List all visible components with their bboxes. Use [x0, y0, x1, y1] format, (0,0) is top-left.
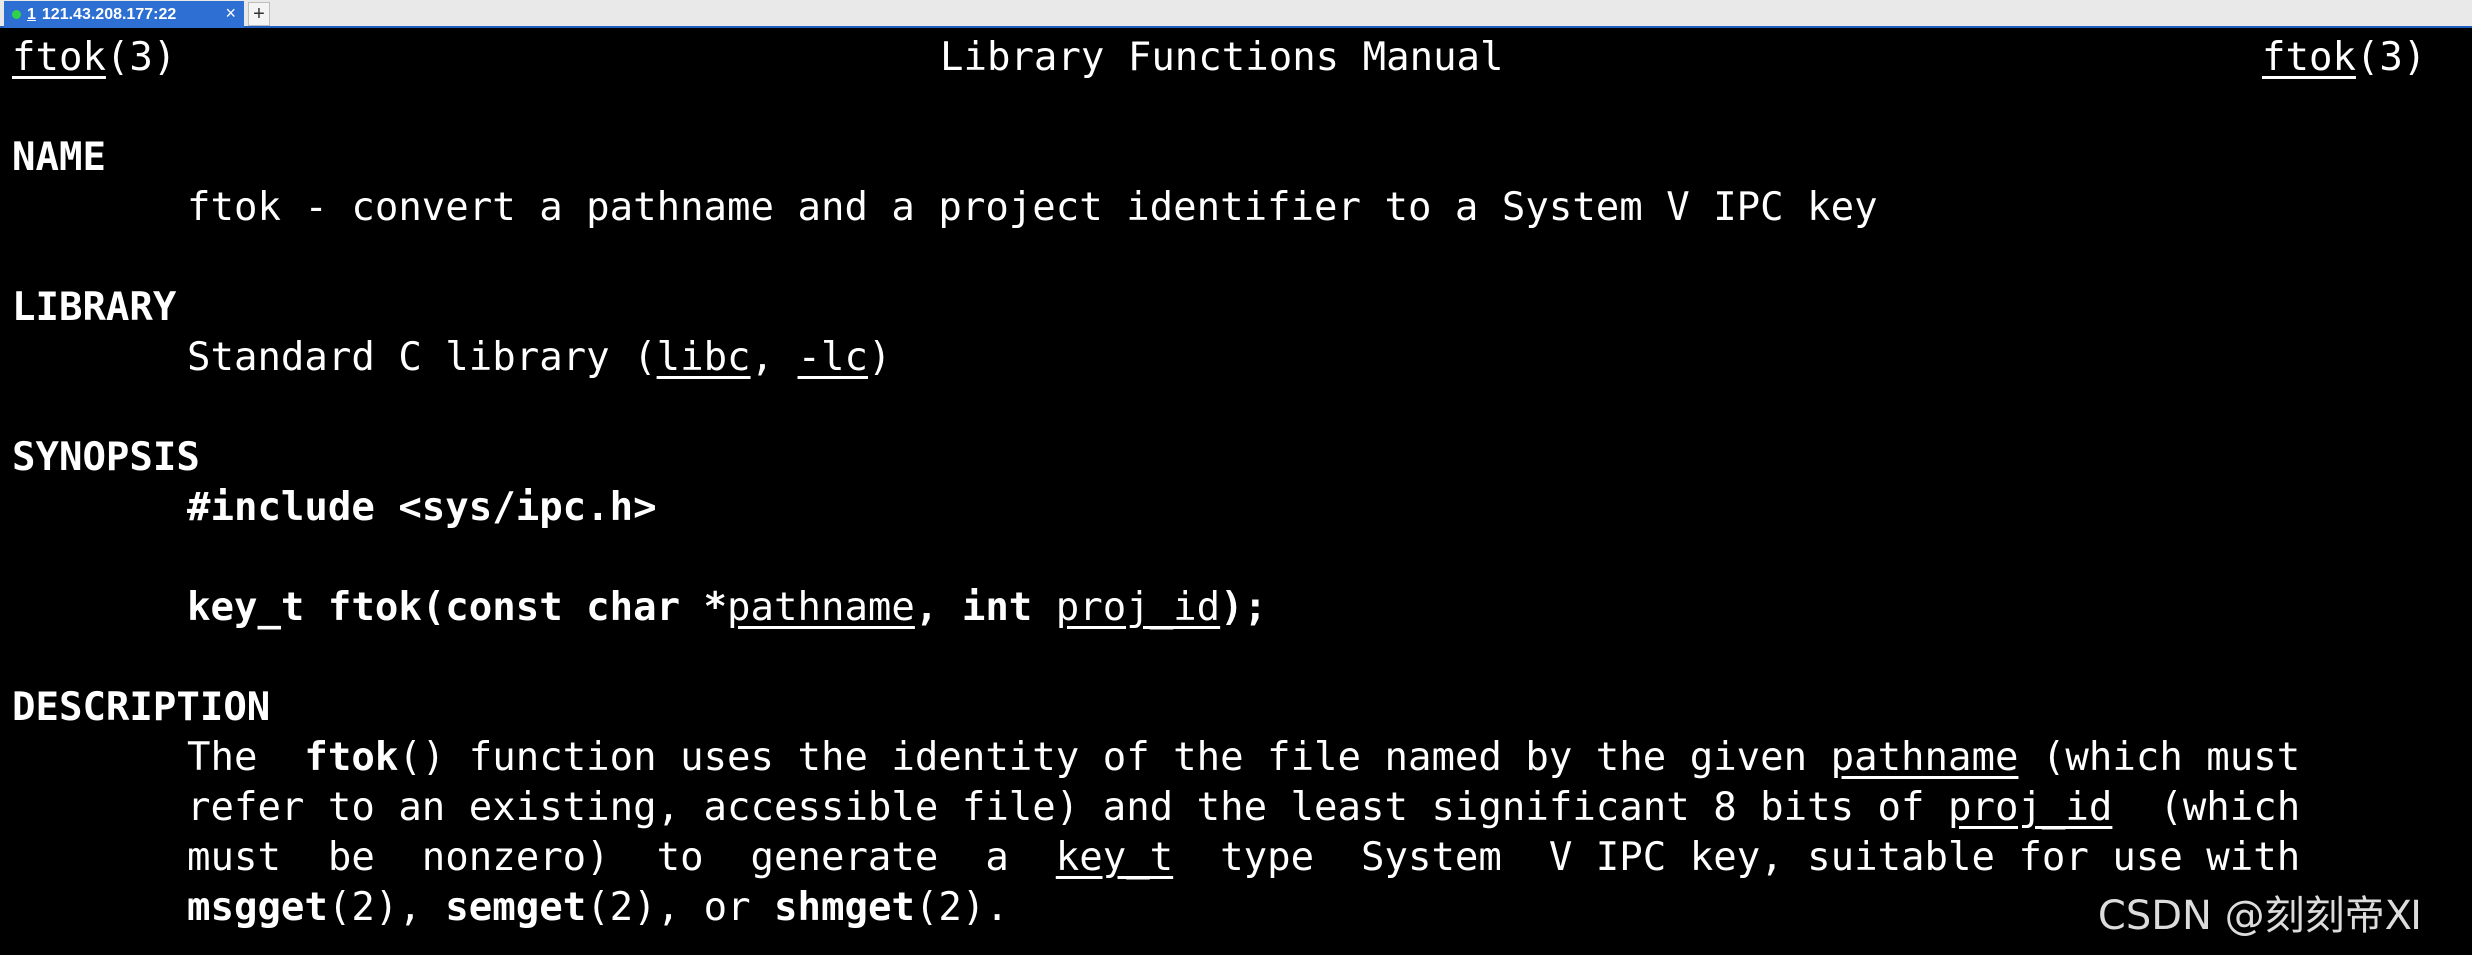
section-heading-synopsis: SYNOPSIS — [12, 435, 200, 480]
desc-text: () function uses the identity of the fil… — [398, 735, 1831, 780]
key-t-ref: key_t — [1055, 835, 1174, 880]
desc-text: (2), — [327, 885, 446, 930]
man-page-section: (3) — [105, 35, 177, 80]
section-heading-name: NAME — [12, 135, 106, 180]
man-page-name: ftok — [12, 35, 106, 80]
ftok-name: ftok — [304, 735, 399, 780]
param-pathname: pathname — [727, 585, 915, 630]
session-tab[interactable]: 1 121.43.208.177:22 × — [4, 1, 244, 28]
desc-text: (2). — [914, 885, 1009, 930]
desc-text: must be nonzero) to generate a — [187, 835, 1056, 880]
tab-bar: 1 121.43.208.177:22 × + — [0, 0, 2472, 28]
library-suffix: ) — [867, 335, 892, 380]
man-page-section-right: (3) — [2355, 35, 2427, 80]
desc-text: refer to an existing, accessible file) a… — [187, 785, 1948, 830]
libc-link: libc — [656, 335, 751, 380]
csdn-watermark: CSDN @刻刻帝Ⅺ — [2097, 893, 2422, 939]
new-tab-button[interactable]: + — [248, 2, 270, 26]
library-prefix: Standard C library ( — [187, 335, 657, 380]
desc-text: (which must — [2018, 735, 2301, 780]
msgget-ref: msgget — [187, 885, 328, 930]
close-tab-icon[interactable]: × — [225, 3, 236, 24]
shmget-ref: shmget — [774, 885, 915, 930]
function-prototype: key_t ftok(const char *pathname, int pro… — [187, 588, 1267, 627]
tab-number: 1 — [27, 5, 36, 23]
description-line-1: The ftok() function uses the identity of… — [187, 738, 2300, 777]
section-heading-description: DESCRIPTION — [12, 685, 271, 730]
name-description: ftok - convert a pathname and a project … — [187, 185, 1878, 230]
semget-ref: semget — [445, 885, 587, 930]
param-proj-id: proj_id — [1055, 585, 1221, 630]
man-header-title: Library Functions Manual — [940, 35, 1504, 80]
prototype-start: key_t ftok(const char * — [187, 585, 728, 630]
prototype-mid: , int — [914, 585, 1056, 630]
proj-id-ref: proj_id — [1948, 785, 2113, 830]
lc-flag: -lc — [797, 335, 868, 380]
man-header-right: ftok(3) — [2262, 38, 2426, 77]
tab-title: 121.43.208.177:22 — [41, 5, 177, 23]
description-line-3: must be nonzero) to generate a key_t typ… — [187, 838, 2300, 877]
terminal-screen[interactable]: ftok(3) Library Functions Manual ftok(3)… — [0, 30, 2472, 955]
connection-status-icon — [12, 10, 21, 19]
pathname-ref: pathname — [1830, 735, 2019, 780]
description-line-4: msgget(2), semget(2), or shmget(2). — [187, 888, 1009, 927]
description-line-2: refer to an existing, accessible file) a… — [187, 788, 2300, 827]
desc-text: (2), or — [586, 885, 775, 930]
prototype-end: ); — [1220, 585, 1268, 630]
include-directive: #include <sys/ipc.h> — [187, 485, 657, 530]
library-separator: , — [750, 335, 798, 380]
library-text: Standard C library (libc, -lc) — [187, 338, 891, 377]
section-heading-library: LIBRARY — [12, 285, 177, 330]
man-header-left: ftok(3) — [12, 38, 176, 77]
desc-text: type System V IPC key, suitable for use … — [1173, 835, 2301, 880]
desc-text: (which — [2112, 785, 2301, 830]
man-page-name-right: ftok — [2262, 35, 2356, 80]
desc-text: The — [187, 735, 305, 780]
